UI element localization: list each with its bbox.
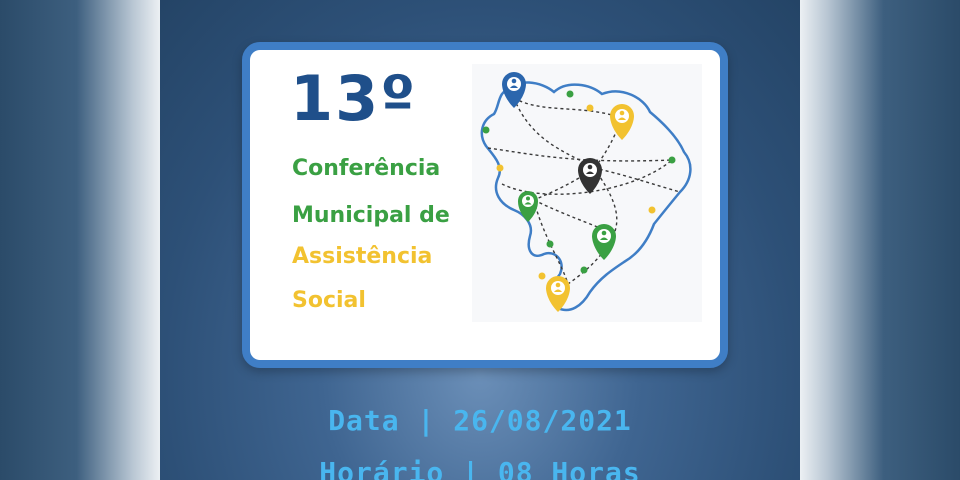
black-person-pin-icon xyxy=(578,158,602,194)
blurred-background-right xyxy=(790,0,960,480)
green-person-pin-icon xyxy=(518,191,538,222)
poster: 13º Conferência Municipal de Assistência… xyxy=(160,0,800,480)
yellow-person-pin-icon xyxy=(546,276,570,312)
brazil-outline xyxy=(480,81,692,312)
title-line-2: Municipal de xyxy=(292,203,450,228)
yellow-person-pin-icon xyxy=(610,104,634,140)
event-time: Horário | 08 Horas xyxy=(319,456,641,480)
title-line-1: Conferência xyxy=(292,156,441,181)
title-line-4: Social xyxy=(292,288,366,313)
brazil-map-illustration xyxy=(472,64,702,322)
title-line-3: Assistência xyxy=(292,244,433,269)
blurred-background-left xyxy=(0,0,170,480)
title-card: 13º Conferência Municipal de Assistência… xyxy=(242,42,728,368)
blue-person-pin-icon xyxy=(502,72,526,108)
green-person-pin-icon xyxy=(592,224,616,260)
event-date: Data | 26/08/2021 xyxy=(328,404,632,437)
edition-number: 13º xyxy=(290,62,418,135)
